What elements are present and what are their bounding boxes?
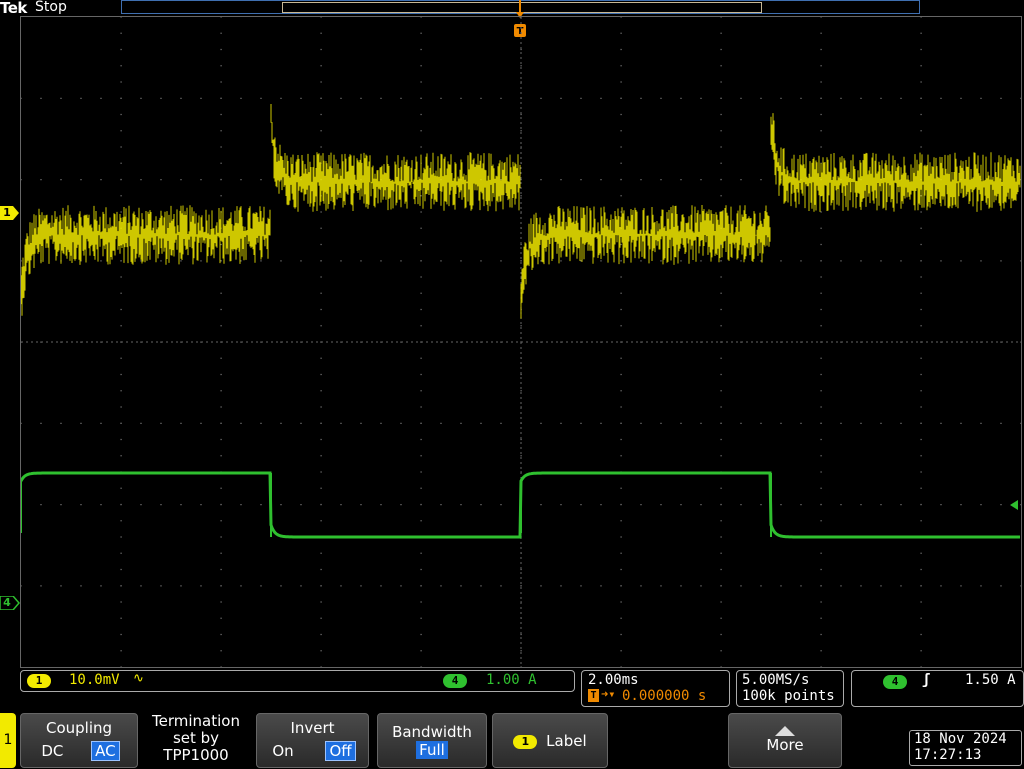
time: 17:27:13 (914, 747, 982, 763)
brand-logo: Tek (0, 0, 27, 17)
sample-rate: 5.00MS/s (742, 672, 810, 688)
more-text: More (766, 736, 804, 754)
date: 18 Nov 2024 (914, 731, 1007, 747)
up-arrow-icon (775, 726, 795, 736)
trigger-position: 0.000000 s (622, 688, 707, 704)
trigger-position-icon: T (588, 689, 599, 702)
ch4-scale: 1.00 A (486, 672, 537, 688)
invert-button[interactable]: Invert On Off (256, 713, 369, 768)
timebase: 2.00ms (588, 672, 639, 688)
ch1-ground-marker[interactable]: 1 (0, 206, 20, 220)
channel-menu-tab[interactable]: 1 (0, 713, 16, 768)
label-ch1-badge: 1 (513, 734, 538, 749)
trigger-level: 1.50 A (965, 672, 1016, 688)
horizontal-status[interactable]: 2.00ms T ➜▾ 0.000000 s (581, 670, 730, 707)
top-bar: Tek Stop T (0, 0, 1024, 37)
coupling-button[interactable]: Coupling DC AC (20, 713, 138, 768)
vertical-status[interactable]: 1 10.0mV ∿ 4 1.00 A (20, 670, 575, 692)
trigger-status[interactable]: 4 ʃ 1.50 A (851, 670, 1024, 707)
bandwidth-title: Bandwidth (392, 723, 472, 741)
ch1-waveform (21, 104, 1021, 319)
acquisition-status[interactable]: 5.00MS/s 100k points (736, 670, 844, 707)
ch4-badge: 4 (443, 674, 467, 688)
trigger-source-badge: 4 (883, 675, 907, 689)
termination-line1: Termination (152, 712, 240, 730)
termination-line3: TPP1000 (163, 746, 229, 764)
label-text: Label (546, 732, 587, 750)
record-length: 100k points (742, 688, 835, 704)
trigger-level-marker (1010, 500, 1018, 510)
termination-line2: set by (172, 729, 220, 747)
coupling-dc[interactable]: DC (38, 742, 66, 760)
waveform-display[interactable] (20, 16, 1022, 668)
ch1-scale: 10.0mV (69, 672, 120, 688)
run-state: Stop (35, 0, 67, 15)
label-button[interactable]: 1 Label (492, 713, 608, 768)
ch4-ground-marker[interactable]: 4 (0, 596, 20, 610)
rising-edge-icon: ʃ (922, 672, 931, 688)
bandwidth-value: Full (416, 741, 448, 759)
ac-coupling-icon: ∿ (133, 671, 144, 686)
ch1-badge: 1 (27, 674, 51, 688)
datetime-display: 18 Nov 2024 17:27:13 (909, 730, 1022, 766)
invert-on[interactable]: On (269, 742, 296, 760)
invert-title: Invert (290, 719, 335, 737)
coupling-ac[interactable]: AC (91, 741, 120, 761)
termination-info: Termination set by TPP1000 (142, 713, 250, 768)
trigger-arrow-icon: ➜▾ (601, 687, 616, 701)
invert-off[interactable]: Off (325, 741, 356, 761)
coupling-title: Coupling (45, 719, 113, 737)
graticule (21, 17, 1021, 667)
more-button[interactable]: More (728, 713, 842, 768)
bandwidth-button[interactable]: Bandwidth Full (377, 713, 487, 768)
